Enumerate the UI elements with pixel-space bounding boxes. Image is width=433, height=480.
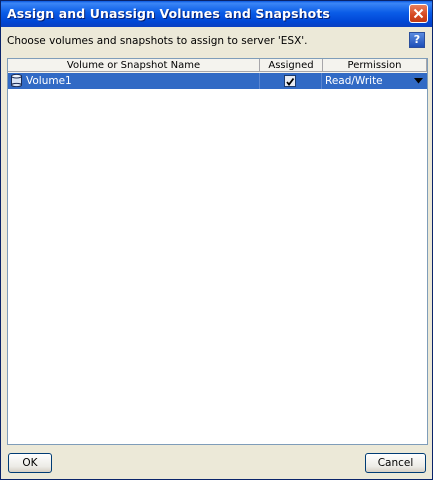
column-header-permission[interactable]: Permission: [323, 59, 427, 72]
close-icon: [413, 8, 424, 19]
volumes-table: Volume or Snapshot Name Assigned Permiss…: [7, 58, 428, 445]
instruction-text: Choose volumes and snapshots to assign t…: [7, 35, 308, 47]
title-bar[interactable]: Assign and Unassign Volumes and Snapshot…: [1, 1, 432, 27]
assigned-checkbox[interactable]: [284, 75, 296, 87]
chevron-down-icon[interactable]: [414, 78, 423, 84]
cancel-button[interactable]: Cancel: [365, 453, 426, 473]
ok-button[interactable]: OK: [8, 453, 52, 473]
volume-name-cell[interactable]: Volume1: [8, 73, 259, 89]
database-icon: [11, 74, 22, 87]
permission-dropdown[interactable]: Read/Write: [322, 73, 427, 89]
assigned-cell[interactable]: [259, 73, 322, 89]
checkmark-icon: [286, 77, 295, 86]
dialog-window: Assign and Unassign Volumes and Snapshot…: [0, 0, 433, 480]
column-header-name[interactable]: Volume or Snapshot Name: [8, 59, 260, 72]
permission-value: Read/Write: [325, 75, 383, 87]
column-header-assigned[interactable]: Assigned: [260, 59, 323, 72]
table-header: Volume or Snapshot Name Assigned Permiss…: [8, 59, 427, 73]
dialog-title: Assign and Unassign Volumes and Snapshot…: [7, 6, 330, 21]
table-row[interactable]: Volume1 Read/Write: [8, 73, 427, 89]
volume-name: Volume1: [26, 75, 72, 87]
close-button[interactable]: [409, 4, 428, 23]
help-icon[interactable]: ?: [409, 32, 425, 48]
